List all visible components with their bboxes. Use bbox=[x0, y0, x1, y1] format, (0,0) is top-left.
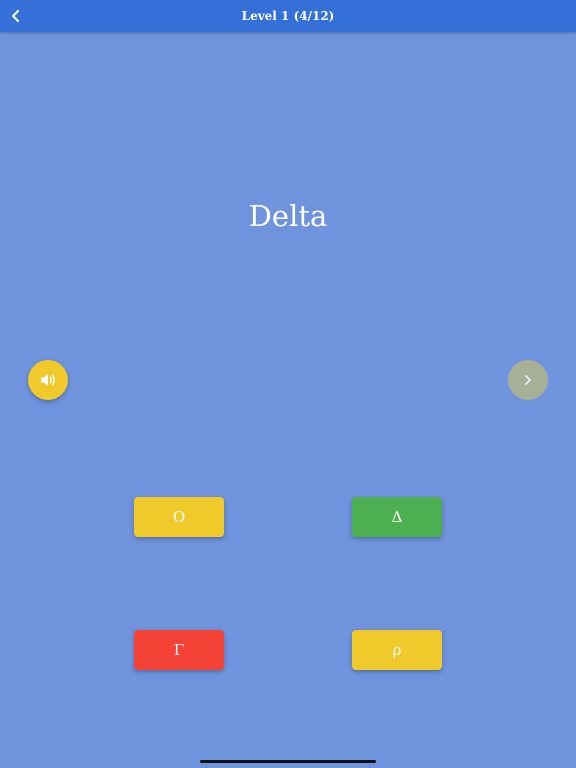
top-bar: Level 1 (4/12) bbox=[0, 0, 576, 32]
question-word: Delta bbox=[248, 199, 328, 233]
speaker-icon bbox=[41, 374, 55, 386]
page-title: Level 1 (4/12) bbox=[241, 9, 335, 23]
answer-option-3[interactable]: Γ bbox=[134, 630, 224, 670]
answer-option-4[interactable]: ρ bbox=[352, 630, 442, 670]
home-indicator bbox=[200, 760, 376, 763]
next-button[interactable] bbox=[508, 360, 548, 400]
chevron-right-icon bbox=[525, 375, 531, 385]
play-sound-button[interactable] bbox=[28, 360, 68, 400]
answer-option-2[interactable]: Δ bbox=[352, 497, 442, 537]
answer-option-1[interactable]: Ο bbox=[134, 497, 224, 537]
